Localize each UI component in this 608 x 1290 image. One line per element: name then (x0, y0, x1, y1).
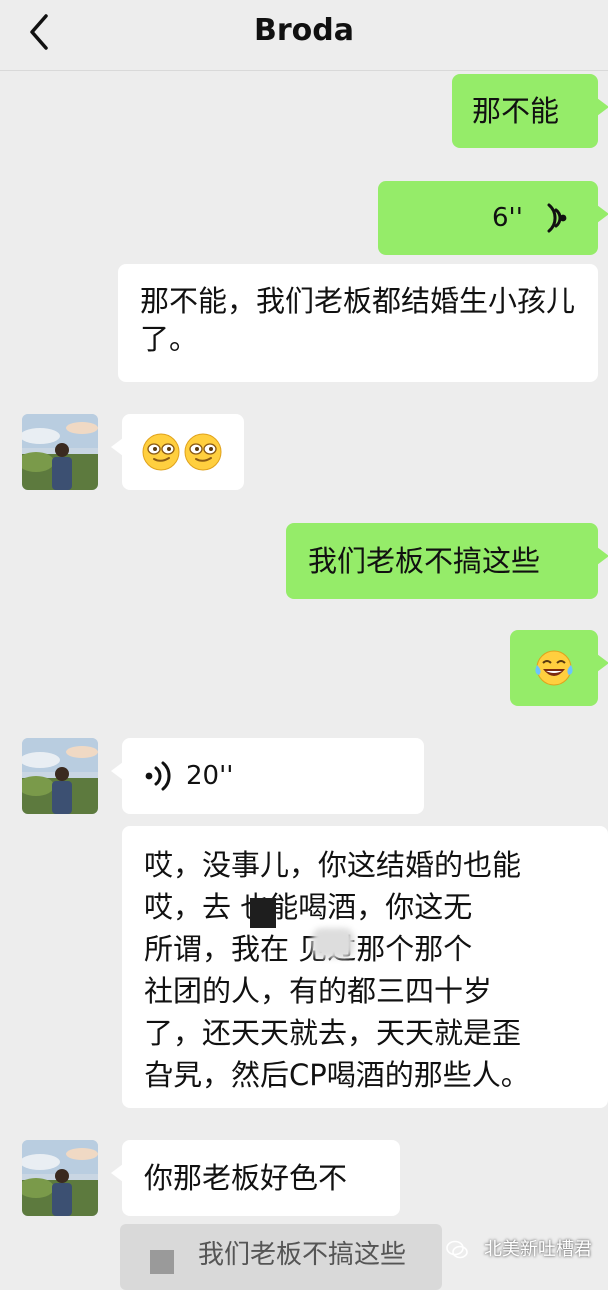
smirk-emoji (184, 433, 222, 471)
message-line: 所谓，我在 见过那个那个 (144, 932, 473, 966)
avatar[interactable] (22, 414, 98, 490)
message-text: 那不能，我们老板都结婚生小孩儿了。 (140, 284, 576, 356)
message-line: 了，还天天就去，天天就是歪 (144, 1016, 522, 1050)
message-text: 那不能 (472, 94, 560, 128)
image-placeholder-icon (150, 1250, 174, 1274)
voice-duration: 20'' (186, 761, 234, 791)
avatar[interactable] (22, 1140, 98, 1216)
blurred-area (312, 928, 354, 958)
voice-duration: 6'' (492, 203, 523, 233)
voice-icon (144, 760, 174, 801)
message-line: 社团的人，有的都三四十岁 (144, 974, 493, 1008)
message-incoming[interactable]: 那不能，我们老板都结婚生小孩儿了。 (118, 264, 598, 382)
message-line: 旮旯，然后CP喝酒的那些人。 (144, 1058, 530, 1092)
quoted-message[interactable]: 我们老板不搞这些 (120, 1224, 442, 1290)
watermark: 北美新吐槽君 (484, 1239, 592, 1260)
message-line: 哎，去 也能喝酒，你这无 (144, 890, 473, 924)
smirk-emoji (142, 433, 180, 471)
chat-header: Broda (0, 0, 608, 71)
message-outgoing-emoji[interactable] (510, 630, 608, 706)
redaction-block (250, 898, 276, 928)
laughing-tears-emoji (535, 650, 573, 686)
voice-message-outgoing[interactable]: 6'' (378, 181, 608, 255)
message-incoming[interactable]: 你那老板好色不 (111, 1140, 400, 1216)
message-text: 我们老板不搞这些 (308, 544, 541, 578)
message-outgoing[interactable]: 那不能 (452, 74, 608, 148)
voice-icon (538, 202, 568, 243)
wechat-icon (446, 1240, 468, 1259)
message-text: 你那老板好色不 (144, 1161, 348, 1195)
message-outgoing[interactable]: 我们老板不搞这些 (286, 523, 608, 599)
chat-title: Broda (254, 13, 354, 48)
quoted-text: 我们老板不搞这些 (198, 1240, 407, 1270)
avatar[interactable] (22, 738, 98, 814)
message-incoming[interactable]: 哎，没事儿，你这结婚的也能 哎，去 也能喝酒，你这无 所谓，我在 见过那个那个 … (122, 826, 608, 1108)
message-line: 哎，没事儿，你这结婚的也能 (144, 848, 522, 882)
voice-message-incoming[interactable]: 20'' (111, 738, 424, 814)
message-incoming-emoji[interactable] (111, 414, 244, 490)
